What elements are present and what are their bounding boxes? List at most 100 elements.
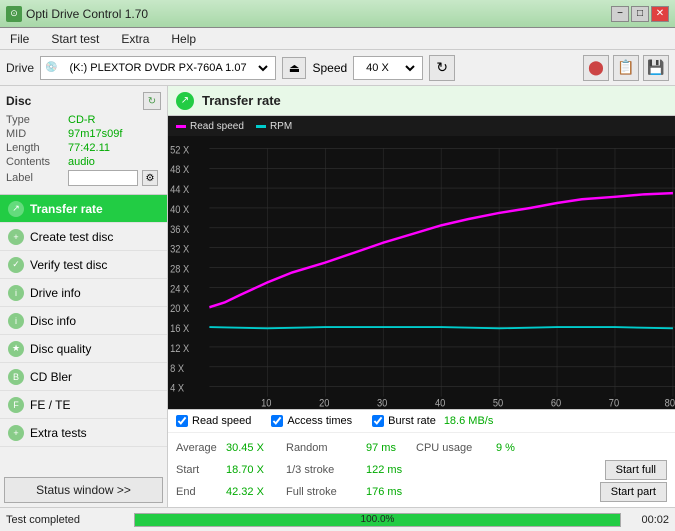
nav-label-fe-te: FE / TE — [30, 398, 70, 412]
cpu-value: 9 % — [496, 442, 536, 454]
close-button[interactable]: ✕ — [651, 6, 669, 22]
full-stroke-label: Full stroke — [286, 486, 366, 498]
stats-row-3: End 42.32 X Full stroke 176 ms Start par… — [176, 481, 667, 503]
nav-item-drive-info[interactable]: i Drive info — [0, 279, 167, 307]
stats-area: Average 30.45 X Random 97 ms CPU usage 9… — [168, 433, 675, 507]
erase-button[interactable]: ⬤ — [583, 55, 609, 81]
stroke1-3-label: 1/3 stroke — [286, 464, 366, 476]
length-label: Length — [6, 142, 64, 154]
minimize-button[interactable]: − — [611, 6, 629, 22]
start-value: 18.70 X — [226, 464, 286, 476]
nav-item-extra-tests[interactable]: + Extra tests — [0, 419, 167, 447]
maximize-button[interactable]: □ — [631, 6, 649, 22]
nav-item-transfer-rate[interactable]: ↗ Transfer rate — [0, 195, 167, 223]
chart-header-icon: ↗ — [176, 92, 194, 110]
menu-extra[interactable]: Extra — [115, 30, 155, 48]
drive-selector-group: 💿 (K:) PLEXTOR DVDR PX-760A 1.07 — [40, 56, 276, 80]
nav-item-disc-info[interactable]: i Disc info — [0, 307, 167, 335]
cpu-label: CPU usage — [416, 442, 496, 454]
random-value: 97 ms — [366, 442, 416, 454]
chart-header: ↗ Transfer rate — [168, 86, 675, 116]
nav-label-cd-bler: CD Bler — [30, 370, 72, 384]
menu-file[interactable]: File — [4, 30, 35, 48]
disc-quality-icon: ★ — [8, 341, 24, 357]
nav-item-fe-te[interactable]: F FE / TE — [0, 391, 167, 419]
nav-item-create-test-disc[interactable]: + Create test disc — [0, 223, 167, 251]
stats-row-1: Average 30.45 X Random 97 ms CPU usage 9… — [176, 437, 667, 459]
save-button[interactable]: 💾 — [643, 55, 669, 81]
svg-text:20: 20 — [319, 398, 330, 409]
stroke1-3-value: 122 ms — [366, 464, 416, 476]
svg-text:20 X: 20 X — [170, 304, 189, 316]
start-part-button[interactable]: Start part — [600, 482, 667, 502]
svg-text:40: 40 — [435, 398, 446, 409]
right-panel: ↗ Transfer rate Read speed RPM — [168, 86, 675, 507]
access-times-checkbox-label: Access times — [287, 415, 352, 427]
menu-bar: File Start test Extra Help — [0, 28, 675, 50]
svg-text:48 X: 48 X — [170, 165, 189, 177]
end-label: End — [176, 486, 226, 498]
nav-label-extra-tests: Extra tests — [30, 426, 87, 440]
burst-rate-checkbox-label: Burst rate — [388, 415, 436, 427]
read-speed-checkbox-label: Read speed — [192, 415, 251, 427]
label-input[interactable] — [68, 170, 138, 186]
burst-rate-checkbox[interactable] — [372, 415, 384, 427]
status-time: 00:02 — [629, 514, 669, 526]
nav-label-disc-info: Disc info — [30, 314, 76, 328]
svg-text:50: 50 — [493, 398, 504, 409]
nav-items: ↗ Transfer rate + Create test disc ✓ Ver… — [0, 195, 167, 473]
progress-bar: 100.0% — [134, 513, 621, 527]
svg-text:32 X: 32 X — [170, 244, 189, 256]
nav-item-disc-quality[interactable]: ★ Disc quality — [0, 335, 167, 363]
cd-bler-icon: B — [8, 369, 24, 385]
read-speed-checkbox[interactable] — [176, 415, 188, 427]
svg-text:10: 10 — [261, 398, 272, 409]
extra-tests-icon: + — [8, 425, 24, 441]
type-label: Type — [6, 114, 64, 126]
read-speed-legend-label: Read speed — [190, 121, 244, 132]
svg-text:16 X: 16 X — [170, 323, 189, 335]
copy-button[interactable]: 📋 — [613, 55, 639, 81]
disc-panel-title: Disc — [6, 94, 31, 108]
refresh-speed-button[interactable]: ↻ — [429, 55, 455, 81]
label-settings-button[interactable]: ⚙ — [142, 170, 158, 186]
chart-legend: Read speed RPM — [168, 116, 675, 136]
rpm-legend-dot — [256, 125, 266, 128]
status-text: Test completed — [6, 514, 126, 526]
rpm-legend-label: RPM — [270, 121, 292, 132]
svg-text:8 X: 8 X — [170, 363, 184, 375]
menu-help[interactable]: Help — [165, 30, 202, 48]
speed-select[interactable]: 40 X — [358, 57, 418, 79]
menu-start-test[interactable]: Start test — [45, 30, 105, 48]
length-value: 77:42.11 — [68, 142, 110, 154]
stats-row-2: Start 18.70 X 1/3 stroke 122 ms Start fu… — [176, 459, 667, 481]
app-icon: ⊙ — [6, 6, 22, 22]
access-times-checkbox[interactable] — [271, 415, 283, 427]
status-bar: Test completed 100.0% 00:02 — [0, 507, 675, 531]
nav-item-verify-test-disc[interactable]: ✓ Verify test disc — [0, 251, 167, 279]
legend-read-speed: Read speed — [176, 121, 244, 132]
read-speed-legend-dot — [176, 125, 186, 128]
sidebar: Disc ↻ Type CD-R MID 97m17s09f Length 77… — [0, 86, 168, 507]
chart-area: 52 X 48 X 44 X 40 X 36 X 32 X 28 X 24 X … — [168, 136, 675, 409]
nav-label-disc-quality: Disc quality — [30, 342, 91, 356]
start-full-button[interactable]: Start full — [605, 460, 667, 480]
eject-button[interactable]: ⏏ — [282, 57, 306, 79]
drive-select[interactable]: (K:) PLEXTOR DVDR PX-760A 1.07 — [61, 57, 271, 79]
svg-text:44 X: 44 X — [170, 184, 189, 196]
nav-item-cd-bler[interactable]: B CD Bler — [0, 363, 167, 391]
create-test-disc-icon: + — [8, 229, 24, 245]
svg-text:4 X: 4 X — [170, 383, 184, 395]
drive-label: Drive — [6, 61, 34, 75]
svg-text:80 min: 80 min — [665, 398, 675, 409]
burst-rate-checkbox-item: Burst rate 18.6 MB/s — [372, 415, 493, 427]
svg-text:30: 30 — [377, 398, 388, 409]
nav-label-transfer-rate: Transfer rate — [30, 202, 103, 216]
legend-rpm: RPM — [256, 121, 292, 132]
disc-refresh-button[interactable]: ↻ — [143, 92, 161, 110]
random-label: Random — [286, 442, 366, 454]
svg-text:60: 60 — [551, 398, 562, 409]
type-value: CD-R — [68, 114, 96, 126]
status-window-button[interactable]: Status window >> — [4, 477, 163, 503]
read-speed-checkbox-item: Read speed — [176, 415, 251, 427]
